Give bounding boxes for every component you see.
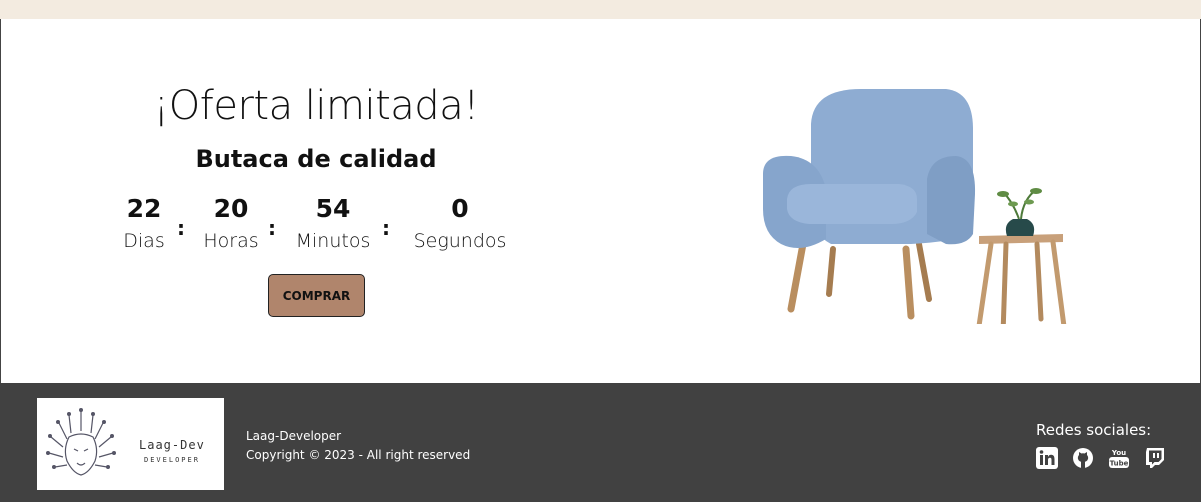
countdown-hours-value: 20 — [213, 194, 249, 223]
twitch-icon[interactable] — [1144, 447, 1166, 469]
offer-title: ¡Oferta limitada! — [153, 83, 479, 129]
logo-name: Laag-Dev — [139, 438, 205, 452]
svg-text:You: You — [1111, 449, 1126, 457]
footer: Laag-Dev DEVELOPER Laag-Developer Copyri… — [0, 383, 1201, 502]
footer-copyright: Copyright © 2023 - All right reserved — [246, 448, 471, 462]
countdown-separator: : — [268, 216, 276, 240]
footer-info: Laag-Developer Copyright © 2023 - All ri… — [246, 427, 470, 465]
social-title: Redes sociales: — [1036, 421, 1152, 439]
youtube-icon[interactable]: You Tube — [1108, 447, 1130, 469]
countdown-days-value: 22 — [126, 194, 162, 223]
countdown-days-label: Dias — [123, 230, 165, 252]
offer-section: ¡Oferta limitada! Butaca de calidad 22 D… — [0, 19, 1201, 383]
lion-circuit-logo-icon — [46, 408, 116, 476]
countdown-separator: : — [177, 216, 185, 240]
countdown-seconds: 0 Segundos — [401, 194, 519, 254]
countdown-seconds-value: 0 — [451, 194, 469, 223]
countdown-seconds-label: Segundos — [413, 230, 507, 252]
countdown-minutes: 54 Minutos — [285, 194, 381, 254]
countdown-separator: : — [382, 216, 390, 240]
svg-text:Tube: Tube — [1110, 460, 1129, 468]
linkedin-icon[interactable] — [1036, 447, 1058, 469]
footer-logo: Laag-Dev DEVELOPER — [37, 398, 224, 490]
github-icon[interactable] — [1072, 447, 1094, 469]
countdown-hours: 20 Horas — [194, 194, 268, 254]
countdown-days: 22 Dias — [116, 194, 172, 254]
logo-tagline: DEVELOPER — [144, 456, 200, 464]
offer-panel: ¡Oferta limitada! Butaca de calidad 22 D… — [101, 19, 531, 383]
buy-button[interactable]: COMPRAR — [268, 274, 365, 317]
armchair-with-side-table-icon — [751, 84, 1081, 337]
countdown-minutes-label: Minutos — [295, 230, 371, 252]
countdown-minutes-value: 54 — [315, 194, 351, 223]
footer-brand: Laag-Developer — [246, 429, 342, 443]
social-links: Redes sociales: You Tube — [1036, 421, 1196, 469]
social-icons: You Tube — [1036, 447, 1196, 469]
countdown: 22 Dias : 20 Horas : 54 Minutos : 0 Segu… — [101, 194, 531, 264]
top-band — [0, 0, 1201, 19]
offer-subtitle: Butaca de calidad — [195, 145, 437, 173]
countdown-hours-label: Horas — [203, 230, 259, 252]
